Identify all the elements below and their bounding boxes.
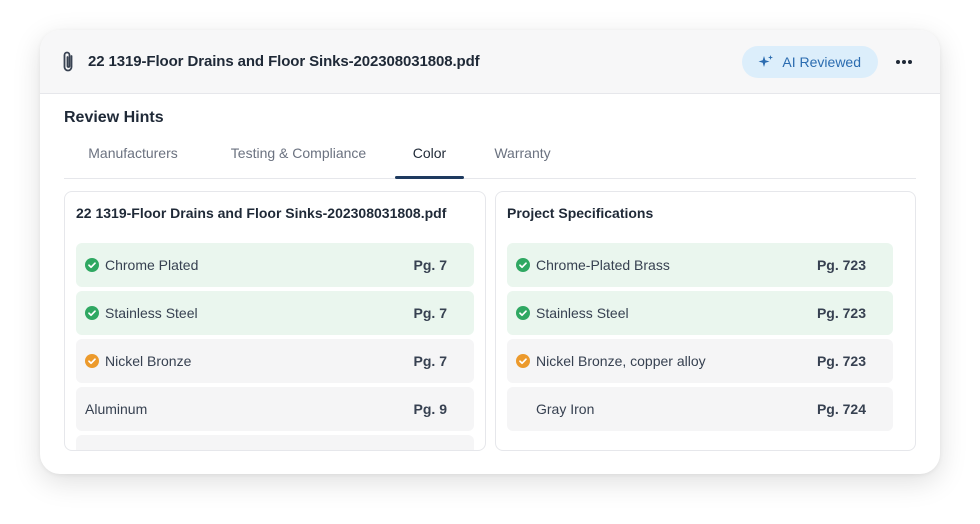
tab-manufacturers[interactable]: Manufacturers bbox=[64, 128, 202, 178]
tab-testing-compliance[interactable]: Testing & Compliance bbox=[202, 128, 395, 178]
list-item[interactable]: Nickel Bronze Pg. 7 bbox=[76, 339, 474, 383]
check-circle-icon bbox=[516, 306, 530, 320]
check-circle-icon bbox=[516, 258, 530, 272]
item-label: Chrome Plated bbox=[105, 257, 199, 273]
page-reference[interactable]: Pg. 723 bbox=[817, 353, 866, 369]
item-label: Nickel Bronze bbox=[105, 353, 192, 369]
submittal-panel-title: 22 1319-Floor Drains and Floor Sinks-202… bbox=[76, 205, 447, 221]
page-reference[interactable]: Pg. 7 bbox=[414, 353, 447, 369]
specifications-panel-title: Project Specifications bbox=[507, 205, 654, 221]
sparkle-icon bbox=[758, 54, 774, 70]
tab-bar: Manufacturers Testing & Compliance Color… bbox=[64, 128, 916, 179]
specifications-list: Chrome-Plated Brass Pg. 723 Stainless St… bbox=[496, 243, 915, 431]
page-reference[interactable]: Pg. 7 bbox=[414, 305, 447, 321]
list-item[interactable]: Stainless Steel Pg. 723 bbox=[507, 291, 893, 335]
tab-warranty[interactable]: Warranty bbox=[464, 128, 581, 178]
card-header: 22 1319-Floor Drains and Floor Sinks-202… bbox=[40, 30, 940, 94]
ai-reviewed-label: AI Reviewed bbox=[782, 53, 861, 70]
comparison-panels: 22 1319-Floor Drains and Floor Sinks-202… bbox=[64, 191, 916, 451]
more-options-icon[interactable] bbox=[892, 50, 916, 74]
page-reference[interactable]: Pg. 9 bbox=[414, 401, 447, 417]
list-item[interactable]: Gray Iron Pg. 724 bbox=[507, 387, 893, 431]
page-reference[interactable]: Pg. 723 bbox=[817, 257, 866, 273]
file-title: 22 1319-Floor Drains and Floor Sinks-202… bbox=[88, 53, 480, 70]
document-review-card: 22 1319-Floor Drains and Floor Sinks-202… bbox=[40, 30, 940, 474]
page-reference[interactable]: Pg. 724 bbox=[817, 401, 866, 417]
list-item[interactable]: Chrome-Plated Brass Pg. 723 bbox=[507, 243, 893, 287]
partial-check-icon bbox=[85, 354, 99, 368]
specifications-panel: Project Specifications Chrome-Plated Bra… bbox=[495, 191, 916, 451]
submittal-panel: 22 1319-Floor Drains and Floor Sinks-202… bbox=[64, 191, 486, 451]
submittal-list: Chrome Plated Pg. 7 Stainless Steel Pg. … bbox=[65, 243, 485, 450]
list-item[interactable]: Chrome Plated Pg. 7 bbox=[76, 243, 474, 287]
list-item[interactable] bbox=[76, 435, 474, 450]
item-label: Gray Iron bbox=[536, 401, 595, 417]
section-title: Review Hints bbox=[64, 109, 164, 126]
tab-color[interactable]: Color bbox=[395, 128, 464, 179]
paperclip-icon bbox=[58, 50, 78, 74]
review-hints-section: Review Hints Manufacturers Testing & Com… bbox=[40, 109, 940, 451]
page-reference[interactable]: Pg. 723 bbox=[817, 305, 866, 321]
page-reference[interactable]: Pg. 7 bbox=[414, 257, 447, 273]
check-circle-icon bbox=[85, 306, 99, 320]
list-item[interactable]: Stainless Steel Pg. 7 bbox=[76, 291, 474, 335]
item-label: Nickel Bronze, copper alloy bbox=[536, 353, 706, 369]
item-label: Chrome-Plated Brass bbox=[536, 257, 670, 273]
item-label: Stainless Steel bbox=[105, 305, 198, 321]
item-label: Aluminum bbox=[85, 401, 148, 417]
partial-check-icon bbox=[516, 354, 530, 368]
check-circle-icon bbox=[85, 258, 99, 272]
list-item[interactable]: Aluminum Pg. 9 bbox=[76, 387, 474, 431]
list-item[interactable]: Nickel Bronze, copper alloy Pg. 723 bbox=[507, 339, 893, 383]
ai-reviewed-badge[interactable]: AI Reviewed bbox=[742, 45, 878, 78]
item-label: Stainless Steel bbox=[536, 305, 629, 321]
